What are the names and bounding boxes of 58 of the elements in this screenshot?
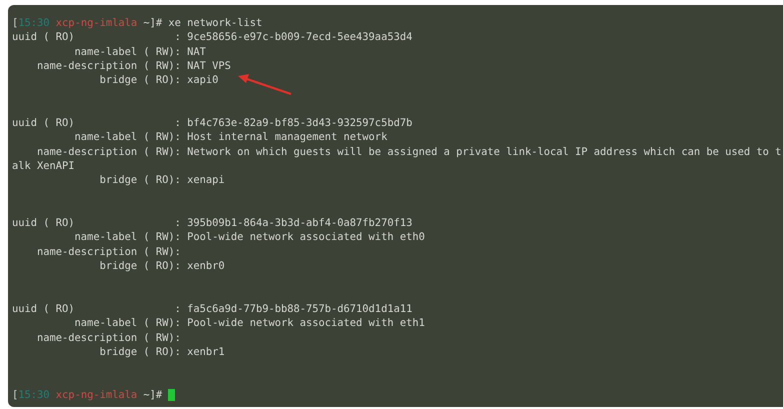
arrow-icon <box>238 74 292 96</box>
colon-separator: : <box>174 58 181 74</box>
colon-separator: : <box>174 173 181 188</box>
field-label: bridge ( RO) <box>98 173 175 188</box>
field-value: xenapi <box>187 173 225 188</box>
field-label: uuid ( RO) <box>12 30 76 45</box>
field-value: 395b09b1-864a-3b3d-abf4-0a87fb270f13 <box>187 216 412 230</box>
field-label: uuid ( RO) <box>12 116 76 130</box>
colon-separator: : <box>174 330 181 345</box>
prompt-bracket: [ <box>12 16 18 30</box>
colon-separator: : <box>174 73 181 88</box>
field-value: xapi0 <box>187 73 218 88</box>
field-label: name-description ( RW) <box>36 58 175 74</box>
field-value: Pool-wide network associated with eth1 <box>187 316 425 331</box>
command-text: xe network-list <box>168 16 262 30</box>
field-value: NAT <box>187 44 206 59</box>
colon-separator: : <box>174 216 181 230</box>
prompt-bracket: [ <box>12 388 18 402</box>
field-label: name-label ( RW) <box>74 316 175 331</box>
field-value: Pool-wide network associated with eth0 <box>187 230 425 245</box>
cursor-block <box>168 388 176 401</box>
colon-separator: : <box>174 130 181 145</box>
colon-separator: : <box>174 259 181 274</box>
field-value: xenbr0 <box>187 259 225 274</box>
field-value: NAT VPS <box>187 58 231 74</box>
field-label: bridge ( RO) <box>98 344 175 360</box>
colon-separator: : <box>174 244 181 260</box>
field-label: name-label ( RW) <box>74 230 175 245</box>
colon-separator: : <box>174 302 181 316</box>
field-value: bf4c763e-82a9-bf85-3d43-932597c5bd7b <box>187 116 412 130</box>
prompt-path: ~]# <box>143 16 162 30</box>
field-value: Host internal management network <box>187 130 388 145</box>
field-label: name-description ( RW) <box>36 144 175 159</box>
field-label: name-description ( RW) <box>36 330 175 345</box>
field-label: uuid ( RO) <box>12 302 76 316</box>
field-value: Network on which guests will be assigned a private link-local IP address which can be used to t <box>187 144 782 159</box>
colon-separator: : <box>174 344 181 360</box>
field-label: uuid ( RO) <box>12 216 76 230</box>
field-value: fa5c6a9d-77b9-bb88-757b-d6710d1d1a11 <box>187 302 412 316</box>
colon-separator: : <box>174 44 181 59</box>
colon-separator: : <box>174 230 181 245</box>
field-label: name-description ( RW) <box>36 244 175 260</box>
colon-separator: : <box>174 144 181 159</box>
field-label: bridge ( RO) <box>98 73 175 88</box>
colon-separator: : <box>174 316 181 331</box>
prompt-time: 15:30 <box>18 16 50 30</box>
prompt-hostname: xcp-ng-imlala <box>56 16 138 30</box>
prompt-path: ~]# <box>143 388 162 402</box>
colon-separator: : <box>174 30 181 45</box>
field-value: xenbr1 <box>187 344 225 360</box>
field-label: name-label ( RW) <box>74 130 175 145</box>
field-label: name-label ( RW) <box>74 44 175 59</box>
prompt-hostname: xcp-ng-imlala <box>56 388 138 402</box>
colon-separator: : <box>174 116 181 130</box>
wrapped-value: alk XenAPI <box>12 158 75 174</box>
field-value: 9ce58656-e97c-b009-7ecd-5ee439aa53d4 <box>187 30 412 45</box>
field-label: bridge ( RO) <box>98 259 175 274</box>
prompt-time: 15:30 <box>18 388 50 402</box>
